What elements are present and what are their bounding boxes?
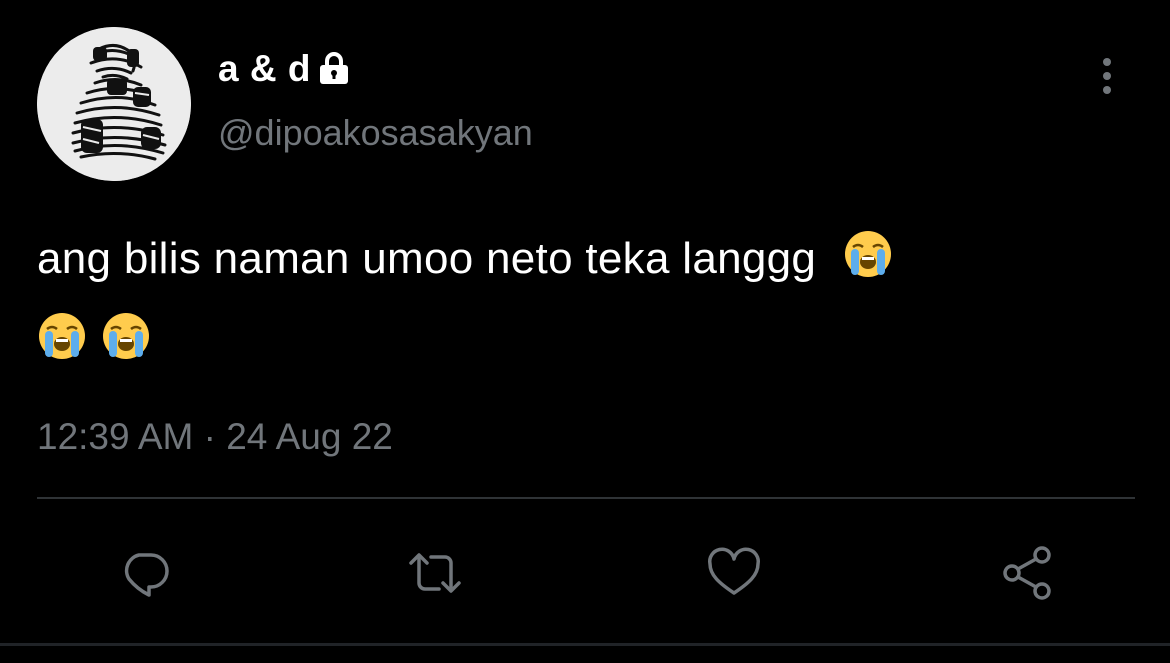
divider <box>37 497 1135 499</box>
avatar-image <box>37 27 191 181</box>
reply-button[interactable] <box>115 545 175 601</box>
bottom-divider <box>0 643 1170 646</box>
share-icon <box>1003 546 1051 600</box>
more-options-icon[interactable] <box>1090 52 1124 100</box>
like-button[interactable] <box>704 545 764 601</box>
heart-icon <box>708 547 760 595</box>
loudly-crying-face-icon <box>103 313 149 359</box>
retweet-button[interactable] <box>405 545 465 601</box>
tweet-timestamp[interactable]: 12:39 AM · 24 Aug 22 <box>37 416 393 458</box>
loudly-crying-face-icon <box>39 313 85 359</box>
share-button[interactable] <box>998 545 1058 601</box>
avatar[interactable] <box>37 27 191 181</box>
display-name-row[interactable]: a & d <box>218 44 351 94</box>
retweet-icon <box>409 553 461 593</box>
tweet-text: ang bilis naman umoo neto teka langgg <box>37 234 817 283</box>
lock-icon <box>319 52 348 84</box>
tweet-body: ang bilis naman umoo neto teka langgg <box>37 218 1137 382</box>
loudly-crying-face-icon <box>844 231 891 277</box>
reply-icon <box>124 553 169 597</box>
display-name[interactable]: a & d <box>218 48 311 90</box>
user-handle[interactable]: @dipoakosasakyan <box>218 112 533 154</box>
